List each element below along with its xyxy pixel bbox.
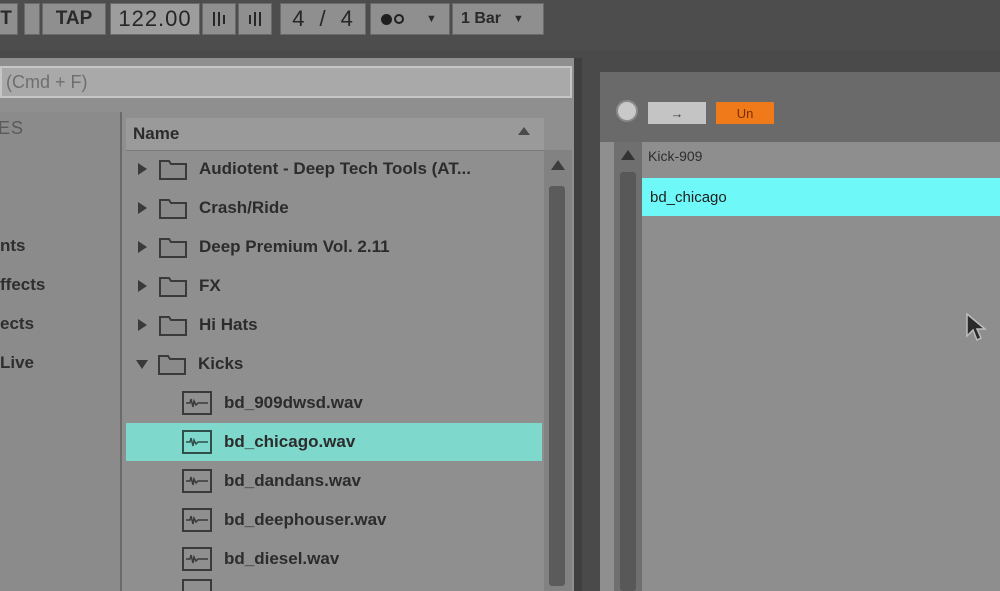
file-row-selected[interactable]: bd_chicago.wav	[126, 423, 542, 461]
browser-panel: (Cmd + F) ES nts ffects ects Live Name A…	[0, 58, 582, 591]
folder-label: Crash/Ride	[199, 198, 289, 217]
folder-row-expanded[interactable]: Kicks	[126, 345, 544, 383]
folder-label: FX	[199, 276, 221, 295]
folder-row[interactable]: Deep Premium Vol. 2.11	[126, 228, 544, 266]
mouse-cursor-icon	[966, 312, 988, 342]
preview-header: Kick-909	[648, 148, 703, 164]
scroll-up-arrow-icon[interactable]	[551, 160, 565, 170]
ableton-window: T TAP 122.00 4 / 4 ▼ 1 Bar ▼ (Cmd + F) E…	[0, 0, 1000, 591]
folder-label: Kicks	[198, 354, 244, 373]
expand-arrow-icon[interactable]	[138, 280, 147, 292]
metronome-ring-icon	[394, 14, 404, 24]
audio-file-icon	[182, 469, 212, 493]
metronome-dropdown[interactable]: ▼	[370, 3, 450, 35]
folder-icon	[159, 199, 187, 219]
folder-icon	[158, 355, 186, 375]
file-label: bd_chicago.wav	[224, 432, 356, 451]
transport-spacer	[24, 3, 40, 35]
name-column-label: Name	[133, 124, 180, 143]
file-label: bd_909dwsd.wav	[224, 393, 363, 412]
transport-bar: T TAP 122.00 4 / 4 ▼ 1 Bar ▼	[0, 0, 1000, 50]
audio-file-icon	[182, 430, 212, 454]
name-column-header[interactable]: Name	[126, 118, 544, 151]
category-instruments[interactable]: nts	[0, 236, 26, 256]
scroll-thumb[interactable]	[620, 172, 636, 591]
time-sig-denominator: 4	[340, 6, 354, 31]
file-row-partial[interactable]	[126, 579, 544, 591]
preview-list: Kick-909 bd_chicago	[642, 142, 1000, 591]
categories-heading: ES	[0, 118, 25, 138]
tempo-value: 122.00	[118, 6, 192, 31]
preview-scrollbar[interactable]	[614, 142, 642, 591]
folder-row[interactable]: Hi Hats	[126, 306, 544, 344]
preview-item-label: bd_chicago	[650, 188, 727, 206]
scroll-thumb[interactable]	[549, 186, 565, 586]
file-label: bd_diesel.wav	[224, 549, 340, 568]
audio-file-icon	[182, 508, 212, 532]
transport-first-label: T	[0, 8, 12, 29]
folder-icon	[159, 277, 187, 297]
preview-orange-button[interactable]: Un	[716, 102, 774, 124]
tap-label: TAP	[55, 8, 93, 29]
file-label: bd_deephouser.wav	[224, 510, 387, 529]
sort-ascending-icon	[518, 127, 530, 135]
tempo-field[interactable]: 122.00	[110, 3, 200, 35]
audio-file-icon	[182, 547, 212, 571]
tap-tempo-button[interactable]: TAP	[42, 3, 106, 35]
folder-icon	[159, 160, 187, 180]
folder-row[interactable]: FX	[126, 267, 544, 305]
file-row[interactable]: bd_dandans.wav	[126, 462, 544, 500]
quantize-value: 1 Bar	[461, 10, 502, 27]
folder-icon	[159, 316, 187, 336]
preview-grey-button-label: →	[670, 105, 684, 121]
metronome-dot-icon	[381, 13, 392, 25]
transport-first-button[interactable]: T	[0, 3, 18, 35]
file-list-scrollbar[interactable]	[544, 150, 572, 591]
expand-arrow-icon[interactable]	[138, 241, 147, 253]
hot-swap-icon[interactable]	[616, 100, 638, 122]
folder-label: Deep Premium Vol. 2.11	[199, 237, 390, 256]
nudge-down-icon	[213, 12, 225, 26]
browser-categories: ES nts ffects ects Live	[0, 112, 122, 591]
search-placeholder: (Cmd + F)	[6, 71, 88, 92]
search-input[interactable]: (Cmd + F)	[0, 66, 572, 98]
audio-file-icon	[182, 579, 212, 591]
expand-arrow-icon[interactable]	[138, 202, 147, 214]
folder-row[interactable]: Crash/Ride	[126, 189, 544, 227]
category-midi-effects[interactable]: ects	[0, 314, 34, 334]
quantize-dropdown[interactable]: 1 Bar ▼	[452, 3, 544, 35]
folder-label: Hi Hats	[199, 315, 258, 334]
nudge-down-button[interactable]	[202, 3, 236, 35]
collapse-arrow-icon[interactable]	[136, 359, 148, 369]
file-row[interactable]: bd_diesel.wav	[126, 540, 544, 578]
folder-icon	[159, 238, 187, 258]
audio-file-icon	[182, 391, 212, 415]
file-row[interactable]: bd_909dwsd.wav	[126, 384, 544, 422]
preview-orange-button-label: Un	[736, 105, 754, 121]
file-row[interactable]: bd_deephouser.wav	[126, 501, 544, 539]
folder-row[interactable]: Audiotent - Deep Tech Tools (AT...	[126, 150, 544, 188]
preview-toolbar: → Un	[600, 72, 1000, 142]
chevron-down-icon: ▼	[513, 13, 524, 25]
time-sig-separator: /	[319, 6, 327, 31]
sample-preview-panel: → Un Kick-909 bd_chicago	[600, 72, 1000, 591]
preview-selected-item[interactable]: bd_chicago	[642, 178, 1000, 216]
category-audio-effects[interactable]: ffects	[0, 275, 45, 295]
folder-label: Audiotent - Deep Tech Tools (AT...	[199, 159, 471, 178]
time-signature-field[interactable]: 4 / 4	[280, 3, 366, 35]
category-max-for-live[interactable]: Live	[0, 353, 34, 373]
nudge-up-icon	[249, 12, 261, 26]
nudge-up-button[interactable]	[238, 3, 272, 35]
chevron-down-icon: ▼	[426, 13, 437, 25]
time-sig-numerator: 4	[292, 6, 306, 31]
file-label: bd_dandans.wav	[224, 471, 361, 490]
expand-arrow-icon[interactable]	[138, 319, 147, 331]
file-list: Name Audiotent - Deep Tech Tools (AT... …	[126, 112, 544, 591]
scroll-up-arrow-icon[interactable]	[621, 150, 635, 160]
preview-grey-button[interactable]: →	[648, 102, 706, 124]
expand-arrow-icon[interactable]	[138, 163, 147, 175]
